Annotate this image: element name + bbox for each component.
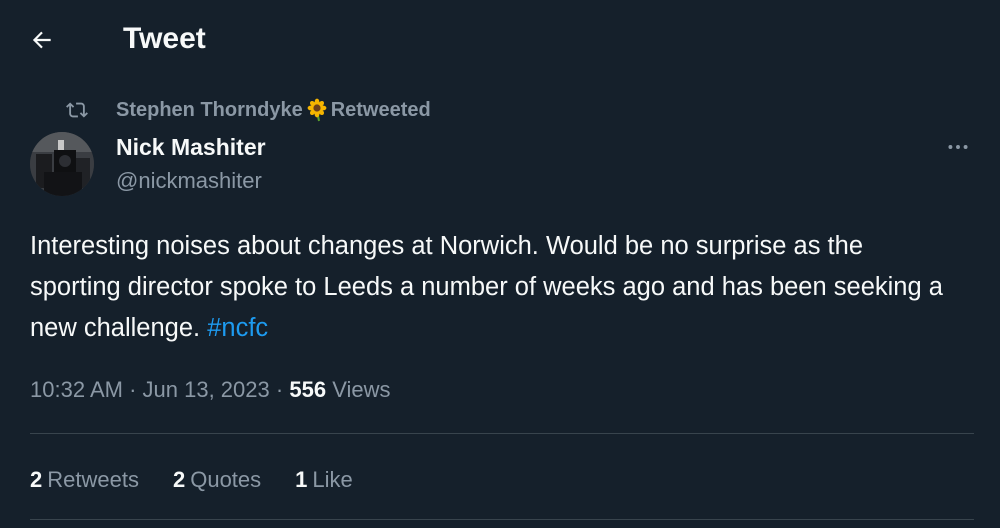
tweet-time[interactable]: 10:32 AM — [30, 377, 123, 402]
tweet-page: Tweet Stephen Thorndyke Retweeted Nick M… — [0, 0, 1000, 528]
quotes-stat[interactable]: 2 Quotes — [173, 467, 261, 493]
back-button[interactable] — [20, 18, 64, 62]
retweet-context: Stephen Thorndyke Retweeted — [64, 95, 431, 125]
retweets-stat[interactable]: 2 Retweets — [30, 467, 139, 493]
quotes-count: 2 — [172, 467, 186, 492]
avatar[interactable] — [30, 132, 94, 196]
retweets-label: Retweets — [47, 467, 139, 492]
more-button[interactable] — [938, 130, 978, 164]
meta-separator: · — [275, 377, 284, 402]
hashtag-link[interactable]: #ncfc — [207, 314, 268, 342]
likes-stat[interactable]: 1 Like — [295, 467, 353, 493]
retweet-icon — [64, 97, 90, 123]
sunflower-icon — [305, 98, 329, 122]
tweet-body: Interesting noises about changes at Norw… — [30, 232, 943, 342]
meta-separator: · — [129, 377, 137, 402]
page-title: Tweet — [123, 22, 206, 55]
arrow-left-icon — [32, 31, 51, 49]
retweeted-label: Retweeted — [330, 98, 431, 121]
tweet-text: Interesting noises about changes at Norw… — [30, 226, 960, 349]
divider — [30, 433, 974, 434]
avatar-photo — [30, 132, 94, 196]
header: Tweet — [0, 0, 1000, 78]
likes-label: Like — [312, 467, 353, 492]
author-handle[interactable]: @nickmashiter — [116, 166, 262, 196]
tweet-meta: 10:32 AM · Jun 13, 2023 · 556 Views — [30, 372, 390, 408]
likes-count: 1 — [295, 467, 308, 492]
more-horizontal-icon — [948, 145, 968, 149]
retweeter-name[interactable]: Stephen Thorndyke — [116, 99, 303, 122]
tweet-date[interactable]: Jun 13, 2023 — [143, 377, 270, 402]
retweet-text[interactable]: Stephen Thorndyke Retweeted — [116, 98, 431, 122]
author-name[interactable]: Nick Mashiter — [116, 132, 266, 162]
divider — [30, 519, 974, 520]
views-label: Views — [332, 377, 391, 402]
views-count: 556 — [289, 377, 327, 402]
retweets-count: 2 — [30, 467, 43, 492]
engagement-stats: 2 Retweets 2 Quotes 1 Like — [30, 462, 387, 498]
quotes-label: Quotes — [190, 467, 262, 492]
